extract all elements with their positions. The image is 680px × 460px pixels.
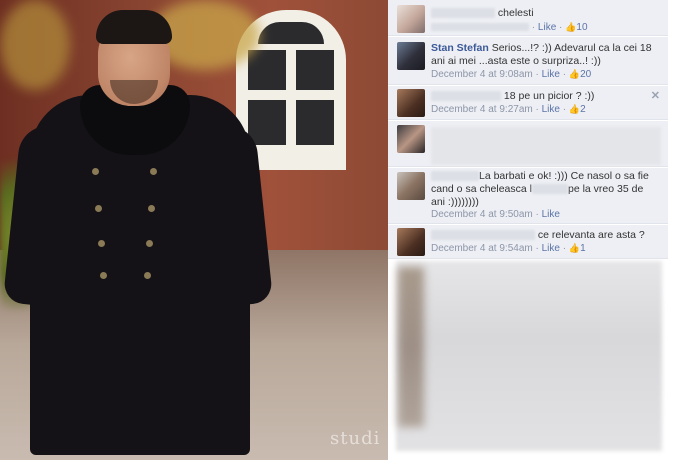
comment-text: ce relevanta are asta ? [431, 229, 656, 242]
avatar[interactable] [397, 172, 425, 200]
comment-body: chelesti [497, 7, 534, 19]
comments-panel: chelesti · Like · 👍10 Stan Stefan Serios… [388, 0, 680, 460]
redacted-name [431, 8, 495, 19]
comment: chelesti · Like · 👍10 [388, 0, 668, 36]
avatar[interactable] [397, 125, 425, 153]
like-link[interactable]: Like [538, 22, 556, 33]
avatar[interactable] [397, 5, 425, 33]
coat-button [100, 272, 107, 279]
coat-button [144, 272, 151, 279]
redacted-content [431, 127, 661, 165]
comment: Stan Stefan Serios...!? :)) Adevarul ca … [388, 37, 668, 85]
close-icon[interactable]: ✕ [651, 89, 660, 102]
thumbs-up-icon[interactable]: 👍 [565, 22, 576, 33]
comment-meta: December 4 at 9:08am · Like · 👍20 [431, 69, 592, 80]
comment-text: La barbati e ok! :))) Ce nasol o sa fie … [431, 170, 656, 209]
comment-meta: · Like · 👍10 [431, 22, 588, 33]
like-link[interactable]: Like [542, 209, 560, 220]
watermark: studi [330, 428, 381, 449]
redacted-time [431, 23, 529, 32]
redacted-name [431, 91, 501, 102]
redacted-image [396, 261, 662, 451]
like-count[interactable]: 1 [580, 243, 586, 254]
comment: 18 pe un picior ? :)) December 4 at 9:27… [388, 86, 668, 120]
comment-text: 18 pe un picior ? :)) [431, 90, 656, 103]
post-photo[interactable]: studi [0, 0, 388, 460]
comment-text: Stan Stefan Serios...!? :)) Adevarul ca … [431, 42, 656, 68]
redacted-name [431, 171, 479, 182]
comment: ce relevanta are asta ? December 4 at 9:… [388, 225, 668, 259]
thumbs-up-icon[interactable]: 👍 [569, 243, 580, 254]
avatar[interactable] [397, 228, 425, 256]
timestamp[interactable]: December 4 at 9:08am [431, 69, 533, 80]
like-link[interactable]: Like [542, 69, 560, 80]
like-count[interactable]: 2 [580, 104, 586, 115]
comment-body: 18 pe un picior ? :)) [503, 90, 595, 102]
like-count[interactable]: 20 [580, 69, 591, 80]
comment-meta: December 4 at 9:54am · Like · 👍1 [431, 243, 586, 254]
coat-button [95, 205, 102, 212]
avatar[interactable] [397, 89, 425, 117]
thumbs-up-icon[interactable]: 👍 [569, 69, 580, 80]
comment: La barbati e ok! :))) Ce nasol o sa fie … [388, 168, 668, 224]
redacted-name [431, 230, 535, 241]
timestamp[interactable]: December 4 at 9:50am [431, 209, 533, 220]
coat-button [98, 240, 105, 247]
autumn-leaves-left [0, 0, 70, 90]
like-link[interactable]: Like [542, 243, 560, 254]
thumbs-up-icon[interactable]: 👍 [569, 104, 580, 115]
comment [388, 121, 668, 167]
coat-button [148, 205, 155, 212]
coat-button [92, 168, 99, 175]
timestamp[interactable]: December 4 at 9:27am [431, 104, 533, 115]
coat-button [150, 168, 157, 175]
comment-text: chelesti [431, 7, 656, 20]
coat-button [146, 240, 153, 247]
comment-meta: December 4 at 9:50am · Like [431, 209, 560, 220]
author-name[interactable]: Stan Stefan [431, 42, 489, 54]
like-count[interactable]: 10 [576, 22, 587, 33]
avatar[interactable] [397, 42, 425, 70]
like-link[interactable]: Like [542, 104, 560, 115]
comment-body: ce relevanta are asta ? [537, 229, 645, 241]
comment-meta: December 4 at 9:27am · Like · 👍2 [431, 104, 586, 115]
redacted-text [531, 184, 568, 195]
hair [96, 10, 172, 44]
timestamp[interactable]: December 4 at 9:54am [431, 243, 533, 254]
